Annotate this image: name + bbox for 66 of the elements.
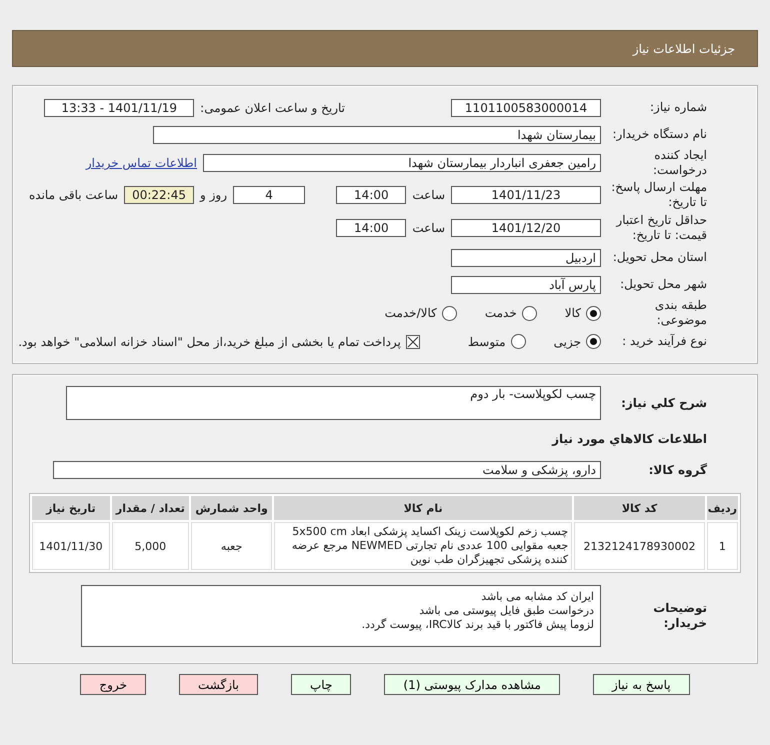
table-cell: 1401/11/30: [32, 522, 110, 570]
city-field: پارس آباد: [451, 276, 601, 294]
field-label: شماره نیاز:: [649, 100, 708, 115]
option-label: جزیی: [554, 334, 581, 348]
buyer-contact-link[interactable]: اطلاعات تماس خریدار: [86, 156, 197, 170]
column-header: تعداد / مقدار: [112, 496, 190, 520]
field-label: مهلت ارسال پاسخ: تا تاریخ:: [610, 180, 708, 210]
radio-button[interactable]: [442, 306, 457, 320]
field-label: ایجاد کننده درخواست:: [652, 148, 708, 178]
validity-date-field: 1401/12/20: [451, 219, 601, 237]
buyer-org-field: بیمارستان شهدا: [153, 126, 601, 144]
action-button[interactable]: چاپ: [291, 674, 352, 695]
validity-time-field: 14:00: [336, 219, 406, 237]
radio-button[interactable]: [586, 334, 601, 349]
table-cell: 1: [706, 522, 738, 570]
option-label: کالا/خدمت: [384, 306, 437, 320]
section-heading: اطلاعات كالاهاي مورد نياز: [552, 432, 708, 446]
field-label: طبقه بندی موضوعی:: [654, 298, 708, 328]
option-label: خدمت: [484, 306, 517, 320]
goods-group-field: دارو، پزشکی و سلامت: [53, 461, 601, 479]
radio-button[interactable]: [510, 334, 526, 349]
action-button[interactable]: مشاهده مدارک پیوستی (1): [384, 674, 560, 695]
checkbox[interactable]: [406, 334, 420, 348]
payment-note: پرداخت تمام یا بخشی از مبلغ خرید،از محل "اسناد خزانه اسلامی" خواهد بود.: [18, 334, 401, 348]
field-label: استان محل تحویل:: [612, 250, 708, 265]
field-label: گروه کالا:: [648, 462, 708, 478]
table-cell: جعبه: [191, 522, 272, 570]
note-line: لزوما پیش فاکتور با قید برند کالاIRC، پیوست گردد.: [360, 618, 594, 632]
need-number-field: 1101100583000014: [451, 98, 601, 116]
table-cell: 5,000: [112, 522, 190, 570]
radio-button[interactable]: [522, 306, 537, 320]
field-label: ساعت: [412, 221, 445, 235]
option-label: متوسط: [468, 334, 506, 348]
announce-date-field: 1401/11/19 - 13:33: [44, 98, 194, 116]
field-label: شرح كلي نياز:: [620, 396, 708, 410]
field-label: ساعت: [412, 188, 445, 202]
action-button[interactable]: خروج: [80, 674, 146, 695]
field-label: ساعت باقی مانده: [29, 188, 118, 202]
note-line: درخواست طبق فایل پیوستی می باشد: [418, 604, 594, 618]
province-field: اردبیل: [451, 248, 601, 266]
radio-button[interactable]: [586, 306, 601, 320]
column-header: کد کالا: [574, 496, 705, 520]
action-button[interactable]: پاسخ به نیاز: [592, 674, 690, 695]
table-cell: چسب زخم لکوپلاست زینک اکساید پزشکی ابعاد 5x500 cm جعبه مقوایی 100 عددی نام تجارتی NEWMED مرجع عرضه کننده پزشکی تجهیزگران طب نوین: [274, 522, 572, 570]
note-line: ایران کد مشابه می باشد: [480, 590, 594, 604]
field-label: حداقل تاریخ اعتبار قیمت: تا تاریخ:: [614, 213, 708, 243]
field-label: توضیحات خریدار:: [652, 601, 708, 631]
field-label: شهر محل تحویل:: [619, 277, 708, 292]
deadline-date-field: 1401/11/23: [451, 186, 601, 204]
table-cell: 2132124178930002: [574, 522, 705, 570]
column-header: ردیف: [706, 496, 738, 520]
field-label: تاریخ و ساعت اعلان عمومی:: [200, 100, 345, 114]
field-label: نام دستگاه خریدار:: [612, 127, 708, 142]
deadline-time-field: 14:00: [336, 186, 406, 204]
remaining-time-field: 00:22:45: [124, 186, 194, 204]
field-label: روز و: [200, 188, 228, 202]
requester-field: رامین جعفری انباردار بیمارستان شهدا: [203, 154, 601, 172]
action-button[interactable]: بازگشت: [179, 674, 258, 695]
column-header: تاریخ نیاز: [32, 496, 110, 520]
option-label: کالا: [564, 306, 581, 320]
column-header: واحد شمارش: [191, 496, 272, 520]
column-header: نام کالا: [274, 496, 572, 520]
days-field: 4: [233, 186, 306, 204]
description-field: چسب لکوپلاست- بار دوم: [66, 386, 601, 420]
field-label: نوع فرآیند خرید :: [621, 334, 708, 349]
page-header: جزئیات اطلاعات نیاز: [12, 30, 758, 67]
